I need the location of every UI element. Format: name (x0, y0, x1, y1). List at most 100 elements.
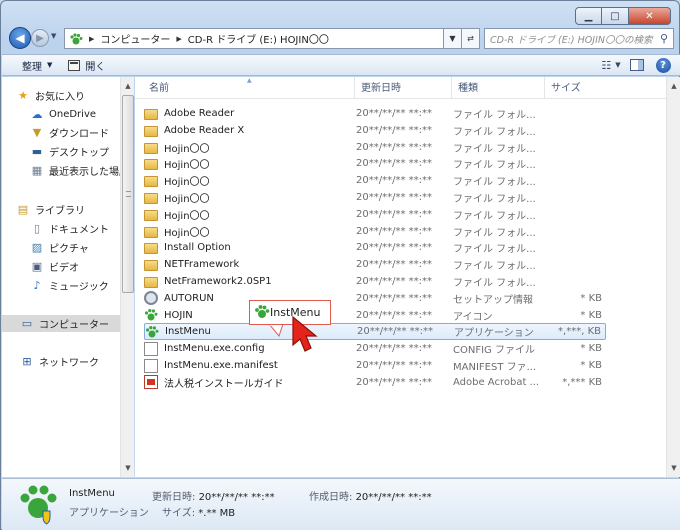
nav-computer[interactable]: ▭ コンピューター (2, 315, 120, 332)
nav-scrollbar[interactable]: ▲ ▼ (120, 77, 134, 477)
preview-pane-icon[interactable] (628, 57, 646, 73)
view-options-icon[interactable]: ☷ ▼ (601, 57, 620, 73)
file-row[interactable]: NetFramework2.0SP1 20**/**/** **:** ファイル フ… (144, 273, 606, 290)
help-button[interactable]: ? (654, 57, 672, 73)
file-type: ファイル フォル... (453, 160, 536, 172)
file-date: 20**/**/** **:** (356, 175, 433, 187)
nav-videos[interactable]: ▣ ビデオ (30, 258, 120, 275)
file-name: NetFramework2.0SP1 (164, 276, 272, 287)
picture-icon: ▨ (31, 241, 43, 254)
file-name: Hojin〇〇 (164, 143, 210, 155)
column-type[interactable]: 種類 (452, 77, 545, 99)
file-date: 20**/**/** **:** (357, 326, 434, 338)
file-date: 20**/**/** **:** (356, 141, 433, 153)
breadcrumb-separator[interactable]: ▶ (89, 35, 94, 43)
nav-libraries[interactable]: ▤ ライブラリ (16, 201, 120, 218)
details-created-label: 作成日時: (309, 492, 353, 503)
minimize-button[interactable]: ▁ (575, 7, 602, 25)
breadcrumb-separator[interactable]: ▶ (176, 35, 181, 43)
scroll-up-arrow-icon[interactable]: ▲ (668, 79, 680, 93)
file-type: セットアップ情報 (453, 294, 533, 306)
breadcrumb-drive[interactable]: CD-R ドライブ (E:) HOJIN〇〇 (188, 31, 329, 46)
nav-onedrive[interactable]: ☁ OneDrive (30, 106, 120, 123)
nav-downloads[interactable]: ▼ ダウンロード (30, 124, 120, 141)
cloud-icon: ☁ (31, 108, 43, 121)
file-row[interactable]: Adobe Reader X 20**/**/** **:** ファイル フォル..… (144, 122, 606, 139)
nav-music[interactable]: ♪ ミュージック (30, 277, 120, 294)
breadcrumb-computer[interactable]: コンピューター (100, 31, 170, 46)
details-created-value: 20**/**/** **:** (355, 492, 432, 503)
file-type: Adobe Acrobat ... (453, 376, 540, 388)
scroll-up-arrow-icon[interactable]: ▲ (122, 79, 134, 93)
search-box[interactable]: CD-R ドライブ (E:) HOJIN〇〇の検索 ⚲ (484, 28, 674, 49)
details-file-name: InstMenu (69, 488, 115, 499)
folder-icon (144, 226, 158, 238)
file-row[interactable]: Adobe Reader 20**/**/** **:** ファイル フォル... (144, 105, 606, 122)
file-type: ファイル フォル... (453, 278, 536, 289)
nav-favorites[interactable]: ★ お気に入り (16, 87, 120, 104)
open-label: 開く (85, 61, 106, 73)
file-row[interactable]: InstMenu 20**/**/** **:** アプリケーション *,***, K… (144, 323, 606, 341)
address-bar[interactable]: ▶ コンピューター ▶ CD-R ドライブ (E:) HOJIN〇〇 (64, 28, 444, 49)
search-icon[interactable]: ⚲ (660, 32, 668, 45)
nav-documents[interactable]: ▯ ドキュメント (30, 220, 120, 237)
file-date: 20**/**/** **:** (356, 343, 433, 355)
nav-desktop[interactable]: ▬ デスクトップ (30, 143, 120, 160)
close-button[interactable]: ✕ (629, 7, 671, 25)
file-row[interactable]: Hojin〇〇 20**/**/** **:** ファイル フォル... (144, 155, 606, 172)
grip-icon (126, 191, 131, 197)
tooltip-tail (269, 324, 283, 338)
file-name: Adobe Reader X (164, 124, 245, 136)
file-size: *,*** KB (562, 376, 602, 388)
file-row[interactable]: InstMenu.exe.config 20**/**/** **:** CONFI… (144, 340, 606, 357)
caption-buttons: ▁ □ ✕ (575, 7, 671, 25)
scroll-thumb[interactable] (122, 95, 134, 293)
file-row[interactable]: HOJIN 20**/**/** **:** アイコン * KB (144, 307, 606, 324)
nav-label: ダウンロード (49, 129, 109, 140)
file-row[interactable]: NETFramework 20**/**/** **:** ファイル フォル... (144, 256, 606, 273)
column-date[interactable]: 更新日時 (355, 77, 452, 99)
recent-pages-dropdown[interactable]: ▼ (51, 32, 61, 44)
file-row[interactable]: Hojin〇〇 20**/**/** **:** ファイル フォル... (144, 139, 606, 156)
file-row[interactable]: AUTORUN 20**/**/** **:** セットアップ情報 * KB (144, 290, 606, 307)
back-button[interactable]: ◀ (9, 27, 31, 49)
file-name: InstMenu.exe.manifest (164, 360, 278, 371)
nav-label: OneDrive (49, 109, 97, 120)
file-date: 20**/**/** **:** (356, 158, 433, 170)
open-button[interactable]: 開く (60, 54, 113, 76)
address-dropdown-button[interactable]: ▼ (444, 28, 462, 49)
column-headers: 名前 ▲ 更新日時 種類 サイズ (135, 77, 680, 99)
scroll-down-arrow-icon[interactable]: ▼ (668, 461, 680, 475)
column-size[interactable]: サイズ (545, 77, 605, 99)
file-name: InstMenu (165, 326, 211, 338)
file-scrollbar[interactable]: ▲ ▼ (666, 77, 680, 477)
file-row[interactable]: Hojin〇〇 20**/**/** **:** ファイル フォル... (144, 223, 606, 240)
pdf-icon (144, 375, 158, 390)
file-row[interactable]: 法人税インストールガイド 20**/**/** **:** Adobe Acroba… (144, 374, 606, 391)
file-row[interactable]: Hojin〇〇 20**/**/** **:** ファイル フォル... (144, 206, 606, 223)
maximize-button[interactable]: □ (602, 7, 629, 25)
document-icon: ▯ (33, 222, 41, 235)
nav-network[interactable]: ⊞ ネットワーク (20, 353, 120, 370)
nav-pictures[interactable]: ▨ ピクチャ (30, 239, 120, 256)
organize-button[interactable]: 整理 ▼ (14, 54, 60, 76)
file-row[interactable]: Hojin〇〇 20**/**/** **:** ファイル フォル... (144, 172, 606, 189)
command-bar: 整理 ▼ 開く ☷ ▼ ? (2, 54, 680, 76)
open-icon (68, 59, 81, 71)
file-row[interactable]: InstMenu.exe.manifest 20**/**/** **:** MAN… (144, 357, 606, 374)
file-date: 20**/**/** **:** (356, 259, 433, 271)
nav-recent-places[interactable]: ▦ 最近表示した場所 (30, 162, 120, 179)
nav-label: ビデオ (49, 263, 79, 274)
details-size-value: *.** MB (198, 508, 236, 519)
file-row[interactable]: Install Option 20**/**/** **:** ファイル フォル..… (144, 239, 606, 256)
file-date: 20**/**/** **:** (356, 292, 433, 304)
download-folder-icon: ▼ (32, 126, 42, 139)
details-size-label: サイズ: (162, 508, 196, 519)
refresh-button[interactable]: ⇄ (462, 28, 480, 49)
file-name: InstMenu.exe.config (164, 343, 265, 355)
forward-button[interactable]: ▶ (31, 29, 49, 47)
scroll-down-arrow-icon[interactable]: ▼ (122, 461, 134, 475)
file-row[interactable]: Hojin〇〇 20**/**/** **:** ファイル フォル... (144, 189, 606, 206)
details-modified-value: 20**/**/** **:** (198, 492, 275, 503)
file-type: ファイル フォル... (453, 143, 536, 155)
